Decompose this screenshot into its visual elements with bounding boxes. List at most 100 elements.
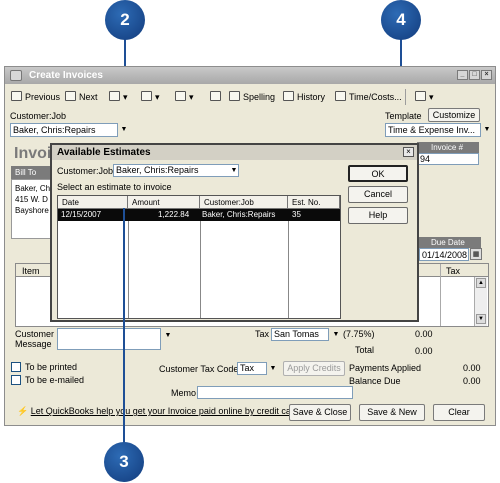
previous-icon <box>11 91 22 101</box>
customize-button[interactable]: Customize <box>428 108 480 122</box>
estimate-row-selected[interactable]: 12/15/2007 1,222.84 Baker, Chris:Repairs… <box>58 209 340 221</box>
total-label: Total <box>355 345 375 355</box>
minimize-icon[interactable]: _ <box>457 70 468 80</box>
customer-job-field[interactable]: Baker, Chris:Repairs <box>10 123 118 137</box>
memo-field[interactable] <box>197 386 353 399</box>
dialog-customer-job-field[interactable]: Baker, Chris:Repairs <box>113 164 239 177</box>
dialog-customer-job-dropdown-icon[interactable]: ▼ <box>228 165 240 177</box>
customer-tax-code-dropdown-icon[interactable]: ▼ <box>267 363 279 375</box>
time-costs-button[interactable]: Time/Costs... <box>335 90 402 104</box>
previous-button[interactable]: Previous <box>11 90 60 104</box>
estimate-customer-job: Baker, Chris:Repairs <box>202 210 276 219</box>
grid-scrollbar[interactable]: ▲ ▼ <box>474 277 487 326</box>
online-payment-icon: ⚡ <box>17 406 31 416</box>
ship-icon <box>175 91 186 101</box>
grid-column-divider <box>440 264 441 326</box>
tax-item-dropdown-icon[interactable]: ▼ <box>330 329 342 341</box>
customer-job-label: Customer:Job <box>10 111 67 121</box>
save-new-button[interactable]: Save & New <box>359 404 425 421</box>
dialog-customer-job-label: Customer:Job <box>57 166 114 176</box>
customer-tax-code-field[interactable]: Tax <box>237 362 267 375</box>
estimate-number: 35 <box>292 210 301 219</box>
column-divider <box>288 209 289 318</box>
col-tax-header: Tax <box>446 266 461 276</box>
customer-job-dropdown-icon[interactable]: ▼ <box>118 124 130 136</box>
tax-amount: 0.00 <box>415 329 433 339</box>
history-icon <box>283 91 294 101</box>
send-button[interactable]: ▾ <box>141 90 160 104</box>
customer-message-dropdown-icon[interactable]: ▼ <box>162 330 174 342</box>
memo-label: Memo <box>171 388 197 398</box>
available-estimates-dialog: Available Estimates × Customer:Job Baker… <box>50 143 419 322</box>
save-close-button[interactable]: Save & Close <box>289 404 351 421</box>
template-dropdown-icon[interactable]: ▼ <box>481 124 493 136</box>
col-date-header: Date <box>58 196 128 209</box>
customer-message-field[interactable] <box>57 328 161 350</box>
col-item-header: Item <box>22 266 40 276</box>
col-customer-job-header: Customer:Job <box>200 196 288 209</box>
print-icon <box>109 91 120 101</box>
find-icon <box>210 91 221 101</box>
clock-icon <box>335 91 346 101</box>
dialog-title: Available Estimates <box>52 145 417 160</box>
payments-applied-label: Payments Applied <box>349 363 422 373</box>
ship-button[interactable]: ▾ <box>175 90 194 104</box>
ok-button[interactable]: OK <box>348 165 408 182</box>
balance-due-label: Balance Due <box>349 376 401 386</box>
next-button[interactable]: Next <box>65 90 98 104</box>
help-button[interactable]: Help <box>348 207 408 224</box>
estimate-amount: 1,222.84 <box>158 210 190 219</box>
balance-due-amount: 0.00 <box>463 376 481 386</box>
dialog-instruction: Select an estimate to invoice <box>57 182 172 192</box>
find-button[interactable] <box>210 90 224 104</box>
col-est-no-header: Est. No. <box>288 196 340 209</box>
to-be-emailed-label: To be e-mailed <box>25 375 85 385</box>
bill-to-label: Bill To <box>11 166 51 179</box>
estimate-date: 12/15/2007 <box>61 210 102 219</box>
invoice-window-icon <box>10 70 22 81</box>
calendar-icon[interactable]: ▦ <box>470 248 482 260</box>
template-label: Template <box>385 111 422 121</box>
customer-tax-code-label: Customer Tax Code <box>159 364 239 374</box>
column-divider <box>200 209 201 318</box>
tax-rate: (7.75%) <box>343 329 375 339</box>
close-icon[interactable]: × <box>481 70 492 80</box>
clear-button[interactable]: Clear <box>433 404 485 421</box>
to-be-printed-checkbox[interactable] <box>11 362 21 372</box>
template-field[interactable]: Time & Expense Inv... <box>385 123 481 137</box>
callout-4: 4 <box>381 0 421 40</box>
tax-item-field[interactable]: San Tomas <box>271 328 329 341</box>
print-button[interactable]: ▾ <box>109 90 128 104</box>
letters-icon <box>415 91 426 101</box>
bill-to-line: 415 W. D <box>15 195 48 204</box>
callout-3-line <box>123 208 125 444</box>
letters-button[interactable]: ▾ <box>415 90 434 104</box>
apply-credits-button[interactable]: Apply Credits <box>283 361 345 376</box>
bill-to-field[interactable]: Baker, Ch 415 W. D Bayshore <box>11 179 51 239</box>
cancel-button[interactable]: Cancel <box>348 186 408 203</box>
dialog-close-icon[interactable]: × <box>403 147 414 157</box>
toolbar-separator <box>405 89 406 105</box>
due-date-label: Due Date <box>419 237 481 248</box>
invoice-number-label: Invoice # <box>417 142 479 153</box>
toolbar: Previous Next ▾ ▾ ▾ Spelling History Tim… <box>7 86 493 108</box>
online-payment-link[interactable]: ⚡ Let QuickBooks help you get your Invoi… <box>17 406 301 417</box>
to-be-printed-label: To be printed <box>25 362 78 372</box>
bill-to-line: Baker, Ch <box>15 184 51 193</box>
window-titlebar: Create Invoices _ □ × <box>5 67 495 84</box>
to-be-emailed-checkbox[interactable] <box>11 375 21 385</box>
bill-to-line: Bayshore <box>15 206 49 215</box>
tax-label: Tax <box>255 329 270 339</box>
estimates-table[interactable]: Date Amount Customer:Job Est. No. 12/15/… <box>57 195 341 319</box>
scroll-down-icon[interactable]: ▼ <box>476 314 486 324</box>
invoice-heading: Invoi <box>14 145 52 162</box>
history-button[interactable]: History <box>283 90 325 104</box>
scroll-up-icon[interactable]: ▲ <box>476 278 486 288</box>
maximize-icon[interactable]: □ <box>469 70 480 80</box>
due-date-field[interactable]: 01/14/2008 <box>419 248 469 261</box>
col-amount-header: Amount <box>128 196 200 209</box>
invoice-number-field[interactable]: 94 <box>417 153 479 165</box>
payments-applied-amount: 0.00 <box>463 363 481 373</box>
spelling-button[interactable]: Spelling <box>229 90 275 104</box>
callout-2: 2 <box>105 0 145 40</box>
